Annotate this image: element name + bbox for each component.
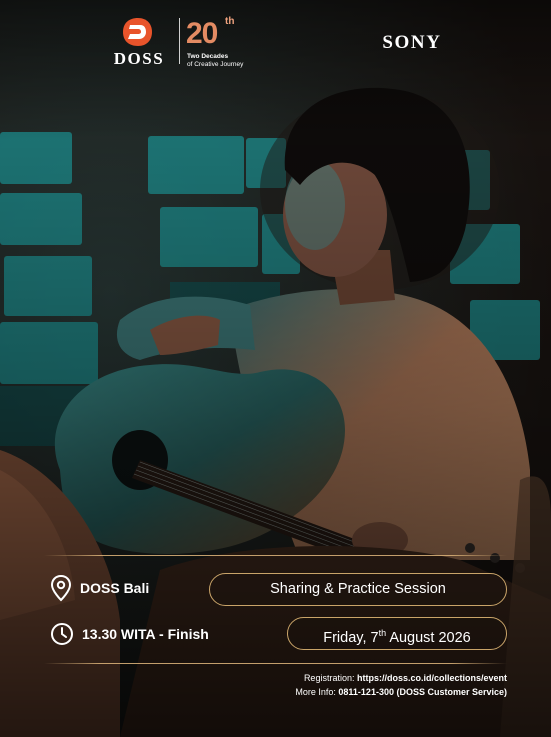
- time-text: 13.30 WITA - Finish: [82, 626, 209, 642]
- session-text: Sharing & Practice Session: [270, 581, 446, 597]
- doss-emblem-icon: [123, 18, 152, 46]
- anniversary-tagline-2: of Creative Journey: [187, 61, 244, 68]
- registration-link[interactable]: https://doss.co.id/collections/event: [357, 673, 507, 683]
- doss-wordmark: DOSS: [113, 49, 165, 68]
- location-text: DOSS Bali: [80, 580, 150, 596]
- registration-line: Registration: https://doss.co.id/collect…: [304, 673, 507, 683]
- date-day: Friday, 7: [323, 629, 379, 646]
- anniversary-tagline-1: Two Decades: [187, 53, 229, 60]
- more-info-phone: 0811-121-300 (DOSS Customer Service): [338, 687, 507, 697]
- date-badge: Friday, 7th August 2026: [287, 617, 507, 650]
- session-badge: Sharing & Practice Session: [209, 573, 507, 606]
- date-suffix: th: [378, 628, 387, 638]
- date-rest: August 2026: [386, 629, 471, 646]
- clock-icon: [51, 623, 73, 645]
- doss-logo: DOSS: [102, 17, 176, 68]
- more-info-label: More Info:: [295, 687, 339, 697]
- bottom-divider: [44, 663, 507, 664]
- anniversary-suffix: th: [225, 16, 235, 27]
- top-divider: [44, 555, 507, 556]
- registration-label: Registration:: [303, 673, 357, 683]
- anniversary-number: 20: [186, 17, 218, 50]
- location-pin-icon: [50, 574, 72, 602]
- logo-divider: [179, 18, 180, 64]
- sony-logo: SONY: [382, 32, 442, 53]
- date-text: Friday, 7th August 2026: [323, 618, 471, 654]
- more-info-line: More Info: 0811-121-300 (DOSS Customer S…: [295, 687, 507, 697]
- anniversary-logo: 20 th Two Decades of Creative Journey: [186, 14, 276, 69]
- event-poster: DOSS 20 th Two Decades of Creative Journ…: [0, 0, 551, 737]
